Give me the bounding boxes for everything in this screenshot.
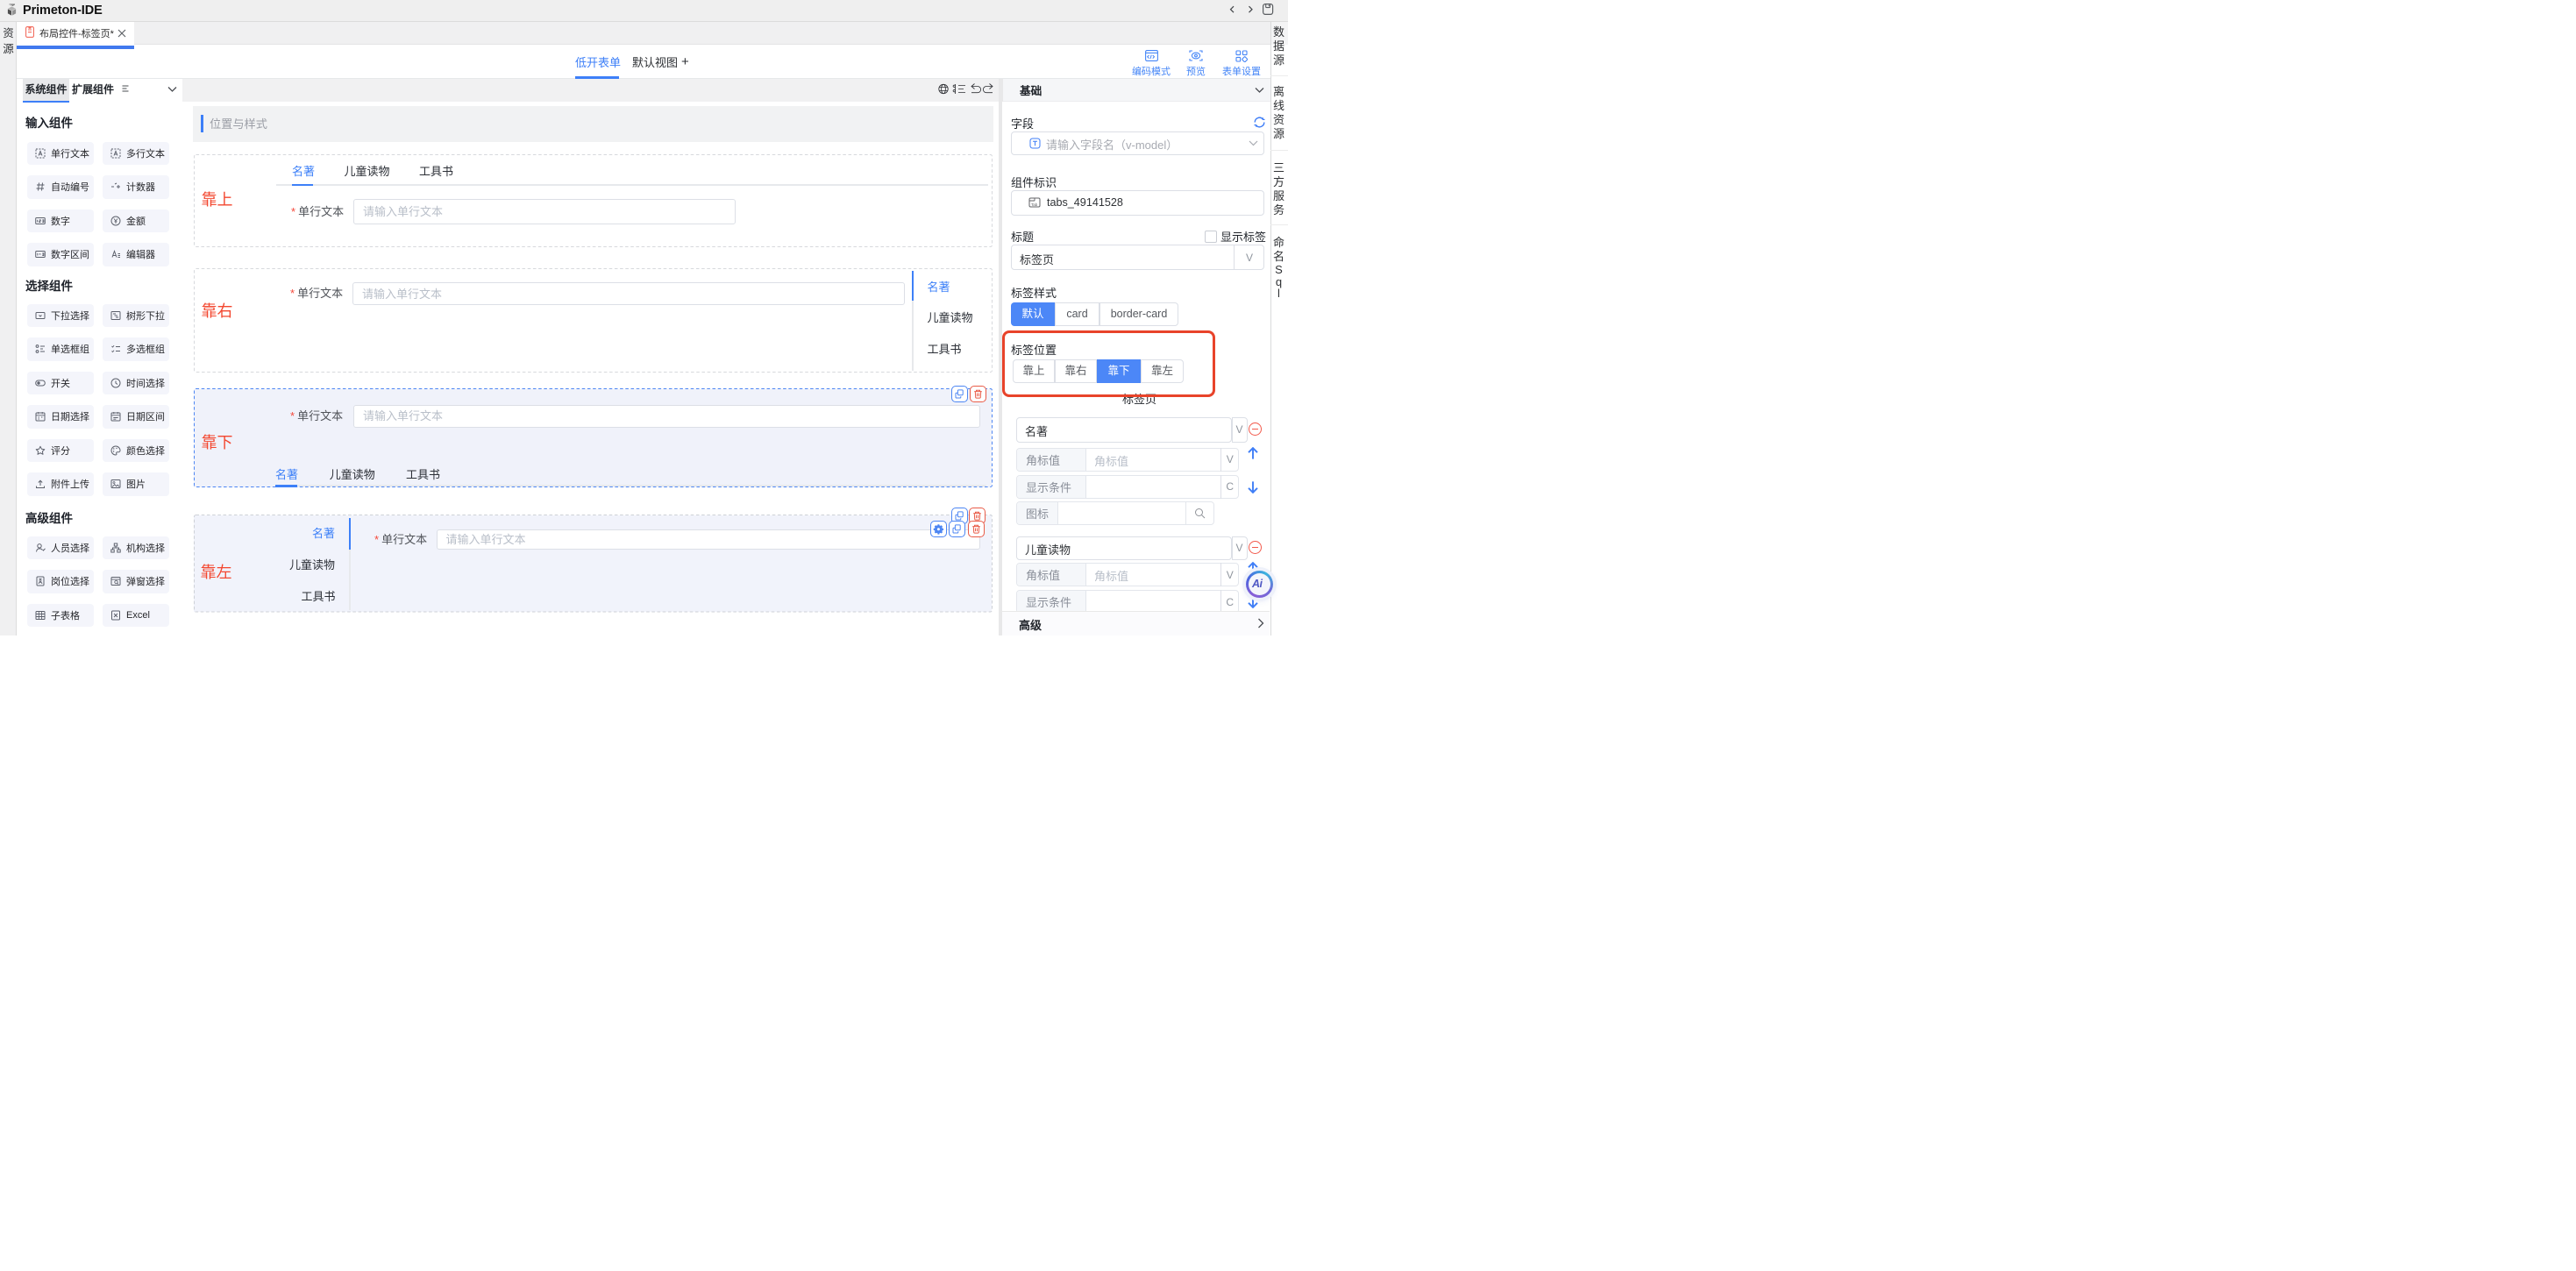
svg-text:Tab: Tab	[1031, 202, 1038, 207]
